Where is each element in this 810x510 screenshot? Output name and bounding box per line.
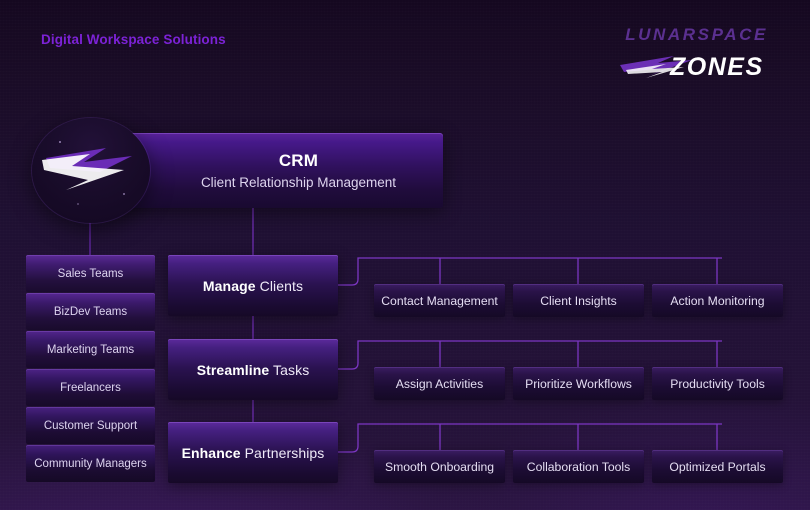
leaf-node[interactable]: Contact Management [374,284,505,317]
audience-label: Freelancers [60,381,121,394]
audience-list: Sales Teams BizDev Teams Marketing Teams… [26,255,155,483]
audience-label: Community Managers [34,457,147,470]
branch-label-bold: Streamline [196,361,270,378]
leaf-label: Productivity Tools [670,376,765,391]
leaf-node[interactable]: Assign Activities [374,367,505,400]
branch-label-rest: Clients [255,277,304,294]
leaf-label: Optimized Portals [669,459,766,474]
branch-label-bold: Manage [202,277,256,294]
leaf-label: Client Insights [540,293,617,308]
list-item[interactable]: Marketing Teams [26,331,155,368]
branch-node-streamline-tasks[interactable]: Streamline Tasks [168,339,338,400]
page-title: Digital Workspace Solutions [41,32,226,47]
lightning-bolt-icon: ZONES [620,53,764,81]
lightning-bolt-badge-icon [32,118,150,223]
branch-node-enhance-partnerships[interactable]: Enhance Partnerships [168,422,338,483]
leaf-label: Collaboration Tools [526,459,631,474]
leaf-label: Assign Activities [395,376,484,391]
brand-mark: ZONES [578,52,768,81]
leaf-node[interactable]: Prioritize Workflows [513,367,644,400]
branch-label-bold: Enhance [181,444,241,461]
leaf-label: Smooth Onboarding [384,459,495,474]
list-item[interactable]: Customer Support [26,407,155,444]
leaf-node[interactable]: Productivity Tools [652,367,783,400]
audience-label: Customer Support [43,419,138,432]
branch-label: Manage Clients [203,278,303,294]
list-item[interactable]: BizDev Teams [26,293,155,330]
root-subtitle: Client Relationship Management [200,174,397,190]
leaf-label: Contact Management [381,293,498,308]
list-item[interactable]: Sales Teams [26,255,155,292]
leaf-node[interactable]: Action Monitoring [652,284,783,317]
list-item[interactable]: Freelancers [26,369,155,406]
branch-label: Streamline Tasks [197,362,310,378]
diagram-canvas: Digital Workspace Solutions LUNARSPACE Z… [0,0,810,510]
page-header: Digital Workspace Solutions LUNARSPACE Z… [0,0,810,100]
branch-label-rest: Partnerships [240,444,325,461]
brand-lockup: LUNARSPACE ZONES [578,25,768,81]
svg-text:ZONES: ZONES [669,53,764,81]
branch-node-manage-clients[interactable]: Manage Clients [168,255,338,316]
audience-label: Sales Teams [57,267,124,280]
branch-label-rest: Tasks [269,361,310,378]
leaf-node[interactable]: Client Insights [513,284,644,317]
branch-label: Enhance Partnerships [182,445,325,461]
brand-name: LUNARSPACE [625,25,768,44]
audience-label: BizDev Teams [53,305,128,318]
leaf-node[interactable]: Smooth Onboarding [374,450,505,483]
leaf-label: Action Monitoring [670,293,765,308]
leaf-node[interactable]: Collaboration Tools [513,450,644,483]
root-title: CRM [278,151,319,171]
audience-label: Marketing Teams [46,343,135,356]
list-item[interactable]: Community Managers [26,445,155,482]
leaf-label: Prioritize Workflows [525,376,632,391]
leaf-node[interactable]: Optimized Portals [652,450,783,483]
